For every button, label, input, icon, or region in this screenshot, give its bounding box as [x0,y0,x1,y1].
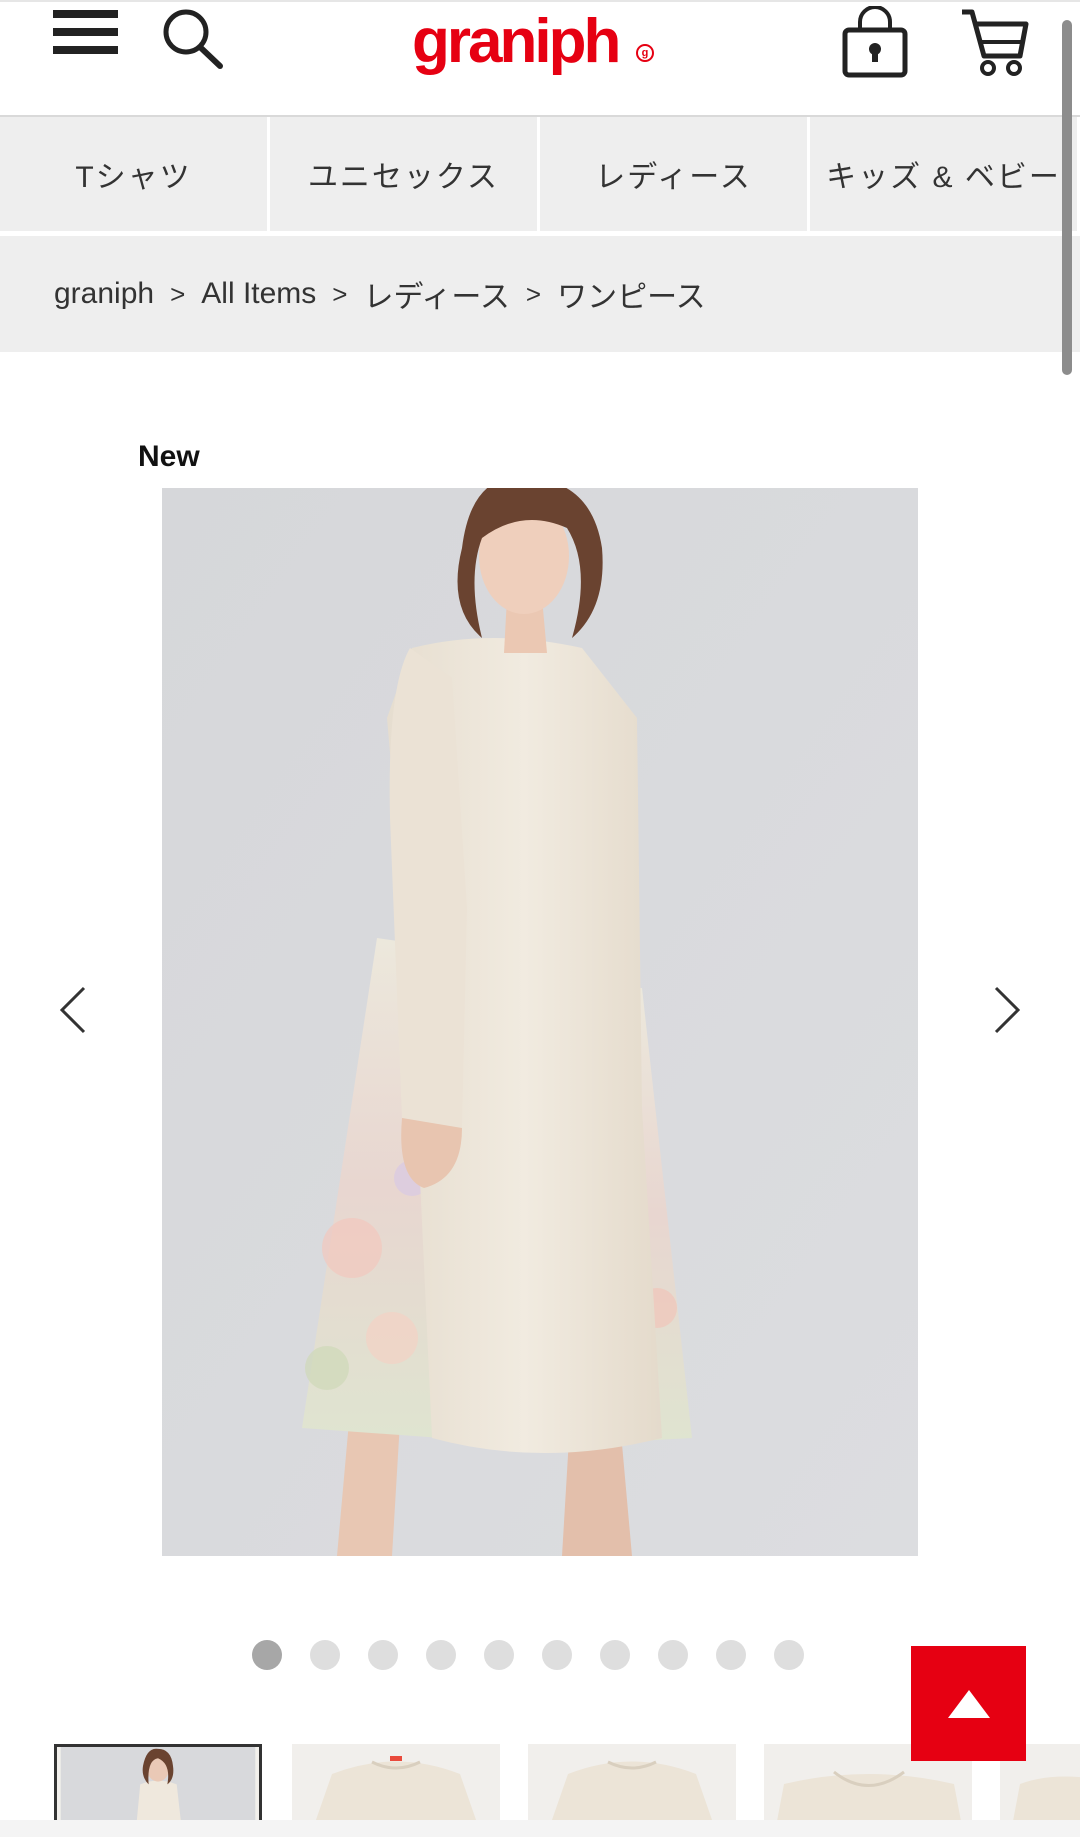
category-nav: Tシャツ ユニセックス レディース キッズ & ベビー [0,117,1080,234]
breadcrumb-dress: ワンピース [557,281,706,314]
tab-kids-baby[interactable]: キッズ & ベビー [810,117,1080,231]
breadcrumb-separator: > [332,278,348,309]
menu-icon[interactable] [53,10,118,62]
triangle-up-icon [947,1689,990,1718]
carousel-dot[interactable] [368,1640,398,1670]
chevron-left-icon[interactable] [54,980,94,1040]
carousel-dot[interactable] [542,1640,572,1670]
product-page: graniph g Tシャツ ユニセックス レディース キッズ & ベビー gr… [0,0,1080,1837]
tab-tshirts[interactable]: Tシャツ [0,117,270,231]
back-to-top-button[interactable] [911,1646,1026,1761]
search-icon[interactable] [160,8,226,70]
tab-ladies[interactable]: レディース [540,117,810,231]
cart-icon[interactable] [960,6,1030,78]
carousel-dot[interactable] [658,1640,688,1670]
breadcrumb-all-items[interactable]: All Items [201,277,316,311]
carousel-dot[interactable] [426,1640,456,1670]
breadcrumb-home[interactable]: graniph [54,277,154,311]
new-badge: New [138,440,200,473]
registered-mark-icon: g [636,44,654,62]
brand-logo[interactable]: graniph [412,2,672,82]
carousel-dot[interactable] [600,1640,630,1670]
carousel-dot[interactable] [774,1640,804,1670]
page-scrollbar[interactable] [1062,20,1072,375]
bottom-bar [0,1820,1080,1837]
tab-unisex[interactable]: ユニセックス [270,117,540,231]
product-main-image[interactable] [162,488,918,1556]
breadcrumb: graniph > All Items > レディース > ワンピース [0,236,1080,352]
breadcrumb-ladies[interactable]: レディース [363,272,509,316]
breadcrumb-separator: > [170,278,186,309]
lock-icon[interactable] [842,6,908,78]
carousel-dot[interactable] [310,1640,340,1670]
chevron-right-icon[interactable] [986,980,1026,1040]
carousel-dot[interactable] [252,1640,282,1670]
carousel-pagination [252,1640,804,1670]
carousel-dot[interactable] [716,1640,746,1670]
site-header: graniph g [0,0,1080,117]
breadcrumb-separator: > [525,278,542,309]
carousel-dot[interactable] [484,1640,514,1670]
